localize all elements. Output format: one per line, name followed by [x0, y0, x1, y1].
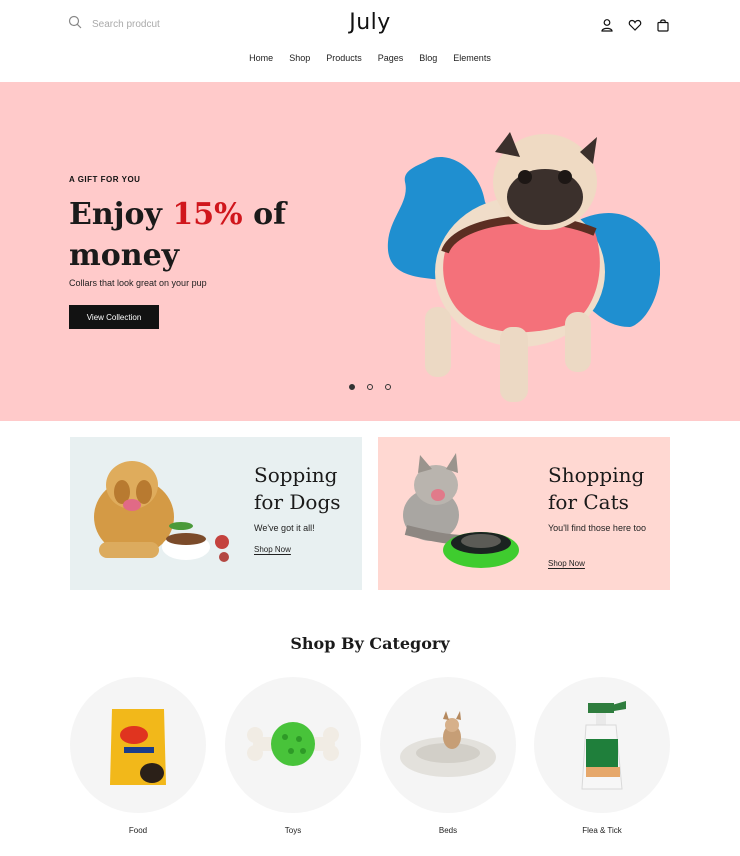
spray-bottle-image	[581, 701, 626, 790]
header-actions	[600, 18, 670, 32]
pet-bed-image	[400, 711, 496, 777]
category-toys[interactable]: Toys	[225, 677, 361, 835]
category-flea-tick-label: Flea & Tick	[582, 826, 622, 835]
site-header: July Home Shop Products Pages Blog Eleme…	[0, 0, 740, 82]
view-collection-button[interactable]: View Collection	[69, 305, 159, 329]
cat-with-toy-image	[403, 453, 519, 568]
hero-eyebrow: A GIFT FOR YOU	[69, 175, 141, 184]
promo-dogs-shop-now-link[interactable]: Shop Now	[254, 545, 291, 554]
bag-icon[interactable]	[656, 18, 670, 32]
promo-card-dogs[interactable]: Sopping for Dogs We've got it all! Shop …	[70, 437, 362, 590]
carousel-dot-2[interactable]	[367, 384, 373, 390]
hero-subtitle: Collars that look great on your pup	[69, 278, 207, 288]
category-food[interactable]: Food	[70, 677, 206, 835]
heart-icon[interactable]	[628, 18, 642, 32]
nav-products[interactable]: Products	[326, 53, 362, 63]
bone-toy-image	[247, 722, 339, 766]
carousel-dot-1[interactable]	[349, 384, 355, 390]
category-toys-label: Toys	[284, 826, 302, 835]
carousel-dots	[349, 384, 391, 390]
promo-cats-title-line1: Shopping	[548, 463, 645, 487]
nav-pages[interactable]: Pages	[378, 53, 404, 63]
promo-cats-title: Shopping for Cats	[548, 462, 644, 516]
hero-title: Enjoy 15% of money	[69, 194, 329, 276]
category-flea-tick-circle[interactable]	[534, 677, 670, 813]
carousel-dot-3[interactable]	[385, 384, 391, 390]
main-nav: Home Shop Products Pages Blog Elements	[0, 53, 740, 63]
category-beds[interactable]: Beds	[380, 677, 516, 835]
promo-cats-shop-now-link[interactable]: Shop Now	[548, 559, 585, 568]
category-beds-circle[interactable]	[380, 677, 516, 813]
promo-dogs-title-line2: for Dogs	[254, 490, 341, 514]
category-beds-label: Beds	[438, 826, 458, 835]
hero-title-accent: 15%	[172, 197, 243, 232]
nav-shop[interactable]: Shop	[289, 53, 310, 63]
hero-banner: A GIFT FOR YOU Enjoy 15% of money Collar…	[0, 82, 740, 421]
nav-blog[interactable]: Blog	[419, 53, 437, 63]
nav-elements[interactable]: Elements	[453, 53, 491, 63]
category-food-label: Food	[128, 826, 148, 835]
category-heading: Shop By Category	[290, 634, 450, 653]
user-icon[interactable]	[600, 18, 614, 32]
nav-home[interactable]: Home	[249, 53, 273, 63]
promo-card-cats[interactable]: Shopping for Cats You'll find those here…	[378, 437, 670, 590]
promo-cats-subtitle: You'll find those here too	[548, 523, 646, 533]
promo-cats-title-line2: for Cats	[548, 490, 629, 514]
hero-title-pre: Enjoy	[69, 197, 173, 232]
category-toys-circle[interactable]	[225, 677, 361, 813]
promo-dogs-title: Sopping for Dogs	[254, 462, 341, 516]
promo-dogs-title-line1: Sopping	[254, 463, 338, 487]
dog-food-bag-image	[110, 709, 166, 785]
hero-pug-image	[387, 132, 660, 402]
dog-with-food-image	[94, 461, 229, 562]
promo-dogs-subtitle: We've got it all!	[254, 523, 315, 533]
category-food-circle[interactable]	[70, 677, 206, 813]
category-flea-tick[interactable]: Flea & Tick	[534, 677, 670, 835]
